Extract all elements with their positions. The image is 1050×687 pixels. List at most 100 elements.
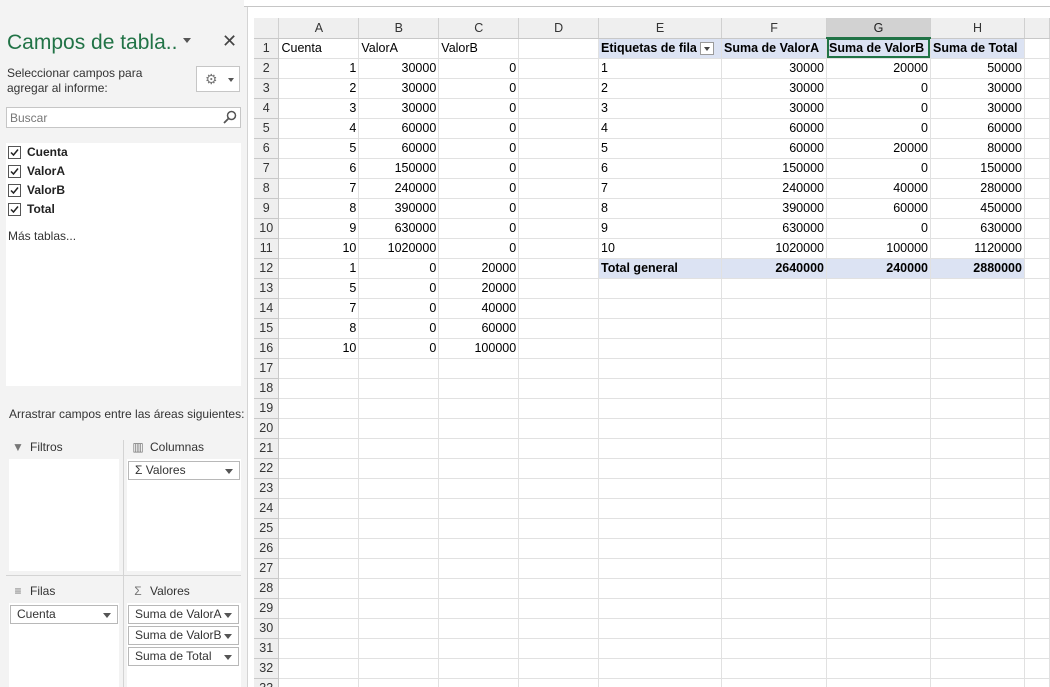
cell[interactable] [930, 478, 1025, 499]
cell[interactable] [438, 578, 520, 599]
cell[interactable] [438, 598, 520, 619]
cell[interactable] [598, 438, 723, 459]
cell[interactable] [518, 418, 600, 439]
cell[interactable] [438, 498, 520, 519]
cell[interactable]: 0 [826, 78, 931, 99]
cell[interactable]: 8 [598, 198, 723, 219]
cell[interactable] [930, 398, 1025, 419]
row-header[interactable]: 10 [254, 218, 280, 239]
cell[interactable] [930, 558, 1025, 579]
cell[interactable] [1024, 318, 1050, 339]
cell[interactable] [518, 578, 600, 599]
cell[interactable] [1024, 118, 1050, 139]
row-header[interactable]: 16 [254, 338, 280, 359]
column-header-a[interactable]: A [278, 18, 360, 39]
cell[interactable] [1024, 378, 1050, 399]
cell[interactable]: 7 [598, 178, 723, 199]
cell[interactable] [826, 478, 931, 499]
row-header[interactable]: 4 [254, 98, 280, 119]
cell[interactable] [1024, 218, 1050, 239]
cell[interactable]: 0 [438, 78, 520, 99]
cell[interactable] [930, 638, 1025, 659]
cell[interactable] [721, 338, 827, 359]
cell[interactable] [1024, 398, 1050, 419]
cell[interactable]: 30000 [721, 58, 827, 79]
cell[interactable] [358, 378, 440, 399]
cell[interactable] [278, 658, 360, 679]
more-tables-link[interactable]: Más tablas... [8, 229, 76, 243]
cell[interactable] [598, 558, 723, 579]
cell[interactable] [358, 398, 440, 419]
cell[interactable] [358, 358, 440, 379]
cell[interactable]: 1 [278, 58, 360, 79]
cell[interactable]: 1 [598, 58, 723, 79]
cell[interactable] [438, 678, 520, 687]
cell[interactable]: 450000 [930, 198, 1025, 219]
chevron-down-icon[interactable] [224, 613, 232, 618]
cell[interactable] [358, 478, 440, 499]
cell[interactable] [930, 678, 1025, 687]
cell[interactable] [518, 658, 600, 679]
cell[interactable] [826, 598, 931, 619]
cell[interactable] [358, 458, 440, 479]
cell[interactable] [598, 398, 723, 419]
cell[interactable] [518, 138, 600, 159]
cell[interactable] [1024, 658, 1050, 679]
cell[interactable] [721, 418, 827, 439]
cell[interactable]: 8 [278, 318, 360, 339]
cell[interactable] [278, 558, 360, 579]
search-field[interactable]: Buscar [6, 107, 241, 128]
cell[interactable]: 1020000 [721, 238, 827, 259]
cell[interactable] [278, 518, 360, 539]
cell[interactable] [1024, 598, 1050, 619]
cell[interactable] [358, 498, 440, 519]
sheet-table[interactable]: ABCDEFGH 1 Cuenta ValorA ValorB Etiquetas de… [254, 18, 1050, 687]
values-item-suma-valora[interactable]: Suma de ValorA [128, 605, 239, 624]
column-header-c[interactable]: C [438, 18, 520, 39]
row-header[interactable]: 11 [254, 238, 280, 259]
chevron-down-icon[interactable] [183, 38, 191, 43]
checkbox-checked-icon[interactable] [8, 145, 21, 159]
row-header[interactable]: 9 [254, 198, 280, 219]
cell[interactable]: 5 [598, 138, 723, 159]
cell[interactable] [518, 618, 600, 639]
cell[interactable]: 0 [358, 338, 440, 359]
column-header-d[interactable]: D [518, 18, 600, 39]
cell[interactable]: 0 [358, 298, 440, 319]
cell[interactable]: 10 [278, 338, 360, 359]
cell[interactable] [1024, 678, 1050, 687]
cell[interactable] [721, 378, 827, 399]
row-header[interactable]: 8 [254, 178, 280, 199]
cell[interactable] [826, 558, 931, 579]
cell[interactable] [1024, 638, 1050, 659]
cell[interactable]: 20000 [438, 278, 520, 299]
cell[interactable]: 630000 [721, 218, 827, 239]
values-item-suma-valorb[interactable]: Suma de ValorB [128, 626, 239, 645]
row-header[interactable]: 25 [254, 518, 280, 539]
chevron-down-icon[interactable] [224, 655, 232, 660]
cell[interactable] [518, 378, 600, 399]
cell[interactable]: 0 [438, 138, 520, 159]
cell[interactable]: 9 [598, 218, 723, 239]
row-header[interactable]: 19 [254, 398, 280, 419]
cell[interactable] [721, 278, 827, 299]
cell[interactable] [518, 158, 600, 179]
cell[interactable] [1024, 538, 1050, 559]
cell[interactable] [518, 358, 600, 379]
cell[interactable] [598, 318, 723, 339]
cell[interactable]: 6 [598, 158, 723, 179]
cell[interactable] [721, 438, 827, 459]
cell[interactable]: 0 [826, 118, 931, 139]
cell[interactable]: 630000 [930, 218, 1025, 239]
cell[interactable]: Suma de Total [930, 38, 1025, 59]
cell[interactable] [930, 538, 1025, 559]
cell[interactable]: 60000 [358, 118, 440, 139]
row-header[interactable]: 7 [254, 158, 280, 179]
cell[interactable] [598, 638, 723, 659]
row-header[interactable]: 30 [254, 618, 280, 639]
cell[interactable] [826, 658, 931, 679]
cell[interactable] [278, 438, 360, 459]
cell[interactable] [826, 618, 931, 639]
cell[interactable]: 390000 [358, 198, 440, 219]
cell[interactable] [278, 638, 360, 659]
